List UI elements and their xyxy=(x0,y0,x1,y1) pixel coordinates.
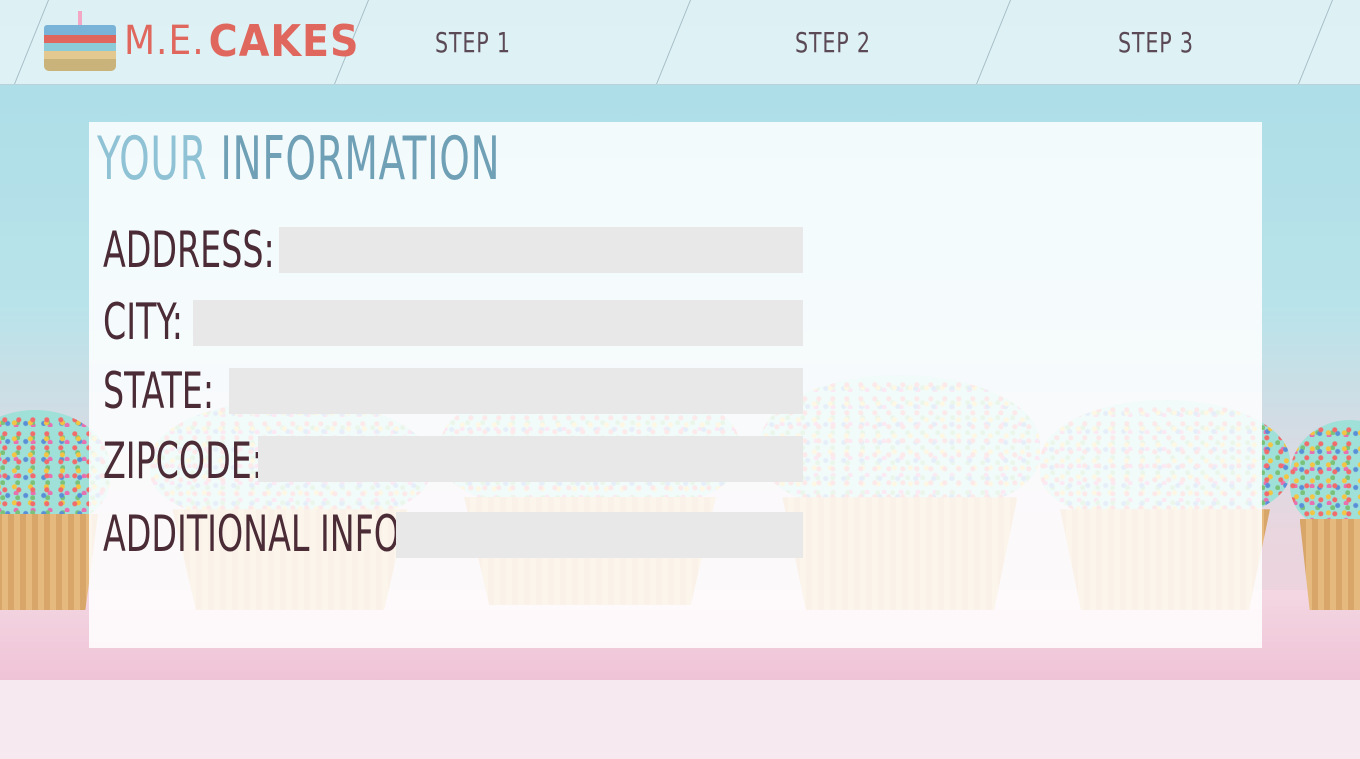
zipcode-field[interactable] xyxy=(258,436,803,482)
page-footer xyxy=(0,680,1360,759)
address-label: Address: xyxy=(103,221,275,279)
additional-info-label: Additional Info: xyxy=(103,505,411,563)
cupcake-image xyxy=(1290,420,1360,610)
nav-divider xyxy=(656,0,691,84)
brand-logo[interactable]: M.E. CAKES xyxy=(44,10,360,72)
top-navigation: M.E. CAKES Step 1 Step 2 Step 3 xyxy=(0,0,1360,85)
form-title: Your Information xyxy=(97,124,500,194)
city-field[interactable] xyxy=(193,300,803,346)
additional-info-field[interactable] xyxy=(396,512,803,558)
city-label: City: xyxy=(103,293,184,351)
form-title-light: Your xyxy=(97,124,208,194)
nav-step-2[interactable]: Step 2 xyxy=(795,26,871,59)
state-label: State: xyxy=(103,362,215,420)
zipcode-label: Zipcode: xyxy=(103,432,264,490)
information-form-panel: Your Information Address: City: State: Z… xyxy=(89,122,1262,648)
nav-divider xyxy=(976,0,1011,84)
nav-step-1[interactable]: Step 1 xyxy=(435,26,511,59)
nav-step-3[interactable]: Step 3 xyxy=(1118,26,1194,59)
address-field[interactable] xyxy=(279,227,803,273)
nav-divider xyxy=(1298,0,1333,84)
state-field[interactable] xyxy=(229,368,803,414)
form-title-bold: Information xyxy=(220,124,501,194)
brand-name: CAKES xyxy=(208,15,360,67)
layered-cake-icon xyxy=(44,11,116,71)
brand-prefix: M.E. xyxy=(124,18,205,64)
